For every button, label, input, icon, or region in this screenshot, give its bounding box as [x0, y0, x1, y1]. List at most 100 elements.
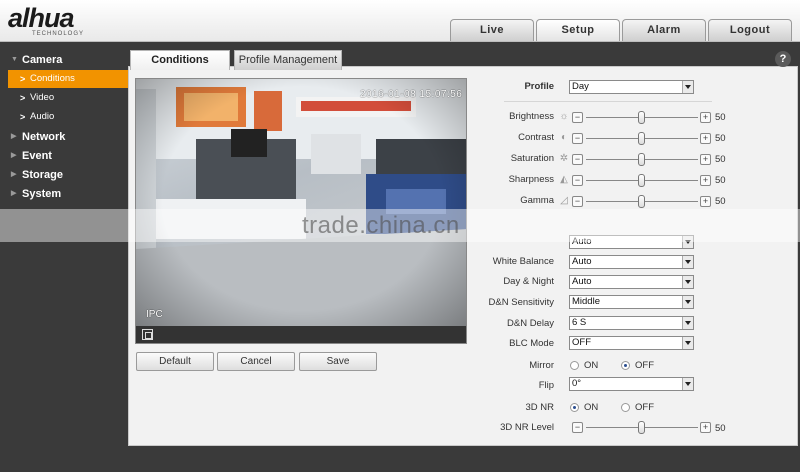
3d-nr-level-decrease-button[interactable]: − — [572, 422, 583, 433]
chevron-right-icon: > — [20, 112, 26, 122]
gamma-value: 50 — [715, 196, 726, 207]
osd-timestamp: 2016-01-08 15:07:56 — [360, 89, 463, 100]
save-button[interactable]: Save — [299, 352, 377, 371]
contrast-slider-thumb[interactable] — [638, 132, 645, 145]
contrast-value: 50 — [715, 133, 726, 144]
brand-subtitle: TECHNOLOGY — [32, 31, 85, 37]
dn-delay-label: D&N Delay — [507, 318, 554, 329]
contrast-label: Contrast — [518, 132, 554, 143]
chevron-right-icon: > — [20, 93, 26, 103]
brightness-slider-thumb[interactable] — [638, 111, 645, 124]
sharpness-label: Sharpness — [508, 174, 554, 185]
contrast-increase-button[interactable]: + — [700, 133, 711, 144]
chevron-down-icon — [682, 256, 693, 268]
3d-nr-level-value: 50 — [715, 423, 726, 434]
nav-live-tab[interactable]: Live — [450, 19, 534, 41]
chevron-down-icon — [682, 337, 693, 349]
sidebar-item-label: Storage — [22, 169, 63, 181]
dn-sensitivity-select-value: Middle — [572, 296, 600, 307]
brightness-decrease-button[interactable]: − — [572, 112, 583, 123]
nav-alarm-tab[interactable]: Alarm — [622, 19, 706, 41]
sidebar-subitem-video[interactable]: > Video — [8, 89, 128, 107]
sharpness-slider-thumb[interactable] — [638, 174, 645, 187]
divider — [504, 101, 712, 102]
saturation-slider-thumb[interactable] — [638, 153, 645, 166]
default-button[interactable]: Default — [136, 352, 214, 371]
osd-channel-label: IPC — [146, 309, 163, 320]
3d-nr-level-slider-thumb[interactable] — [638, 421, 645, 434]
gamma-label: Gamma — [520, 195, 554, 206]
sidebar-item-label: System — [22, 188, 62, 200]
3d-nr-on-radio[interactable] — [570, 403, 579, 412]
saturation-value: 50 — [715, 154, 726, 165]
saturation-decrease-button[interactable]: − — [572, 154, 583, 165]
brightness-label: Brightness — [509, 111, 554, 122]
profile-label: Profile — [524, 81, 554, 92]
cancel-button[interactable]: Cancel — [217, 352, 295, 371]
flip-select[interactable]: 0° — [569, 377, 694, 391]
saturation-label: Saturation — [510, 153, 554, 164]
blc-mode-select-value: OFF — [572, 337, 591, 348]
sidebar-item-camera[interactable]: ▼ Camera — [0, 51, 128, 69]
sidebar-item-network[interactable]: ▶ Network — [0, 128, 128, 146]
day-night-select[interactable]: Auto — [569, 275, 694, 289]
sharpness-icon: ◭ — [560, 174, 568, 185]
blc-mode-label: BLC Mode — [509, 338, 554, 349]
white-balance-select[interactable]: Auto — [569, 255, 694, 269]
contrast-icon: ◐ — [560, 132, 568, 143]
help-icon[interactable]: ? — [775, 51, 791, 67]
blc-mode-select[interactable]: OFF — [569, 336, 694, 350]
dn-delay-select[interactable]: 6 S — [569, 316, 694, 330]
triangle-right-icon: ▶ — [11, 190, 17, 197]
sidebar-subitem-audio[interactable]: > Audio — [8, 108, 128, 126]
nav-setup-tab[interactable]: Setup — [536, 19, 620, 41]
tab-profile-management[interactable]: Profile Management — [234, 50, 342, 70]
brand-logo: alhua — [8, 3, 75, 33]
saturation-increase-button[interactable]: + — [700, 154, 711, 165]
3d-nr-off-radio[interactable] — [621, 403, 630, 412]
nav-logout-tab[interactable]: Logout — [708, 19, 792, 41]
dn-sensitivity-select[interactable]: Middle — [569, 295, 694, 309]
watermark-text: trade.china.cn — [302, 212, 460, 239]
tab-conditions[interactable]: Conditions — [130, 50, 230, 70]
flip-label: Flip — [538, 380, 554, 391]
sharpness-decrease-button[interactable]: − — [572, 175, 583, 186]
sidebar-subitem-conditions[interactable]: > Conditions — [8, 70, 128, 88]
gamma-icon: ◿ — [560, 195, 568, 206]
sidebar-item-event[interactable]: ▶ Event — [0, 147, 128, 165]
profile-select[interactable]: Day — [569, 80, 694, 94]
sidebar-item-label: Camera — [22, 54, 63, 66]
contrast-decrease-button[interactable]: − — [572, 133, 583, 144]
3d-nr-level-increase-button[interactable]: + — [700, 422, 711, 433]
video-toolbar — [136, 326, 466, 343]
dn-sensitivity-label: D&N Sensitivity — [488, 297, 554, 308]
chevron-down-icon — [682, 276, 693, 288]
sidebar-item-label: Network — [22, 131, 66, 143]
sidebar-subitem-label: Conditions — [30, 73, 75, 84]
white-balance-label: White Balance — [492, 256, 554, 267]
sharpness-increase-button[interactable]: + — [700, 175, 711, 186]
sidebar-subitem-label: Audio — [30, 111, 55, 122]
3d-nr-label: 3D NR — [525, 402, 554, 413]
flip-select-value: 0° — [572, 378, 582, 389]
3d-nr-level-label: 3D NR Level — [500, 422, 554, 433]
brightness-value: 50 — [715, 112, 726, 123]
mirror-label: Mirror — [529, 360, 554, 371]
triangle-right-icon: ▶ — [11, 171, 17, 178]
gamma-slider-thumb[interactable] — [638, 195, 645, 208]
chevron-down-icon — [682, 378, 693, 390]
3d-nr-off-label: OFF — [635, 402, 654, 413]
triangle-down-icon: ▼ — [11, 56, 18, 63]
triangle-right-icon: ▶ — [11, 133, 17, 140]
gamma-decrease-button[interactable]: − — [572, 196, 583, 207]
sidebar-item-system[interactable]: ▶ System — [0, 185, 128, 203]
brightness-increase-button[interactable]: + — [700, 112, 711, 123]
fullscreen-icon[interactable] — [142, 329, 153, 340]
mirror-off-radio[interactable] — [621, 361, 630, 370]
mirror-off-label: OFF — [635, 360, 654, 371]
sidebar-item-label: Event — [22, 150, 52, 162]
saturation-icon: ✲ — [559, 153, 569, 164]
gamma-increase-button[interactable]: + — [700, 196, 711, 207]
mirror-on-radio[interactable] — [570, 361, 579, 370]
sidebar-item-storage[interactable]: ▶ Storage — [0, 166, 128, 184]
